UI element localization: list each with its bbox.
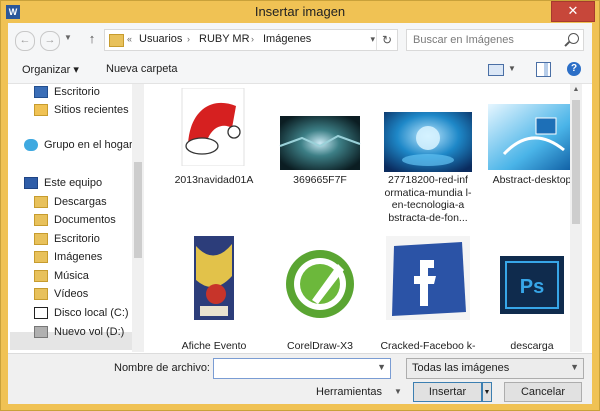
this-pc-icon <box>24 177 38 189</box>
sidebar-item-label: Escritorio <box>54 233 100 245</box>
scroll-up-arrow-icon[interactable]: ▲ <box>570 86 582 93</box>
address-dropdown-icon[interactable]: ▾ <box>370 34 375 45</box>
view-dropdown-icon[interactable]: ▼ <box>508 64 516 80</box>
sidebar-item-label: Nuevo vol (D:) <box>54 326 125 338</box>
file-thumbnail <box>194 236 234 320</box>
folder-icon <box>109 34 124 47</box>
folder-icon <box>34 233 48 245</box>
sidebar-item-label: Escritorio <box>54 86 100 98</box>
dialog-title: Insertar imagen <box>254 4 346 19</box>
folder-icon <box>34 288 48 300</box>
change-view-icon[interactable] <box>488 64 504 76</box>
file-thumbnail <box>279 116 361 170</box>
command-toolbar: Organizar ▾ Nueva carpeta ▼ ? <box>8 57 592 84</box>
search-icon[interactable] <box>568 33 579 44</box>
organize-menu[interactable]: Organizar ▾ <box>22 63 79 76</box>
tools-dropdown-icon[interactable]: ▼ <box>394 387 402 396</box>
forward-button[interactable]: → <box>40 31 60 51</box>
file-name: descarga <box>510 340 554 352</box>
breadcrumb-ruby-mr[interactable]: RUBY MR <box>199 33 250 45</box>
address-bar[interactable]: « Usuarios › RUBY MR › Imágenes ▾ ↻ <box>104 29 398 51</box>
sidebar-item-label: Imágenes <box>54 251 103 263</box>
homegroup-icon <box>24 139 38 151</box>
file-type-dropdown-icon[interactable]: ▼ <box>570 362 579 372</box>
file-list-scroll-thumb[interactable] <box>572 100 580 224</box>
file-thumbnail <box>286 250 354 318</box>
title-bar[interactable]: W Insertar imagen ✕ <box>1 1 599 23</box>
help-icon[interactable]: ? <box>567 62 581 76</box>
new-folder-button[interactable]: Nueva carpeta <box>106 63 178 75</box>
filename-input[interactable]: ▼ <box>213 358 391 379</box>
sidebar-scroll-thumb[interactable] <box>134 162 142 258</box>
insert-options-dropdown-icon[interactable]: ▼ <box>482 382 492 402</box>
sidebar-item-label: Este equipo <box>44 177 103 189</box>
dialog-footer: Nombre de archivo: ▼ Todas las imágenes … <box>8 353 592 404</box>
navigation-pane: Escritorio Sitios recientes Grupo en el … <box>8 84 145 352</box>
address-row: ← → ▼ ↑ « Usuarios › RUBY MR › Imágenes … <box>8 23 592 57</box>
folder-icon <box>34 196 48 208</box>
music-folder-icon <box>34 270 48 282</box>
recent-locations-chevron-icon[interactable]: ▼ <box>64 33 72 42</box>
breadcrumb-overflow[interactable]: « <box>127 34 132 44</box>
refresh-button[interactable]: ↻ <box>376 30 397 50</box>
folder-icon <box>34 251 48 263</box>
volume-icon <box>34 326 48 338</box>
filename-dropdown-icon[interactable]: ▼ <box>377 362 386 372</box>
close-button[interactable]: ✕ <box>551 1 595 22</box>
file-type-select[interactable]: Todas las imágenes ▼ <box>406 358 584 379</box>
dialog-window: W Insertar imagen ✕ ← → ▼ ↑ « Usuarios ›… <box>0 0 600 411</box>
file-thumbnail <box>384 112 472 172</box>
breadcrumb-usuarios[interactable]: Usuarios <box>139 33 182 45</box>
sidebar-item-label: Descargas <box>54 196 107 208</box>
sidebar-item-label: Música <box>54 270 89 282</box>
tools-menu[interactable]: Herramientas <box>316 386 382 398</box>
file-thumbnail <box>386 236 470 320</box>
breadcrumb-imagenes[interactable]: Imágenes <box>263 33 311 45</box>
search-placeholder: Buscar en Imágenes <box>413 34 514 46</box>
file-name: CorelDraw-X3 <box>287 340 353 352</box>
sidebar-scrollbar[interactable] <box>132 84 144 352</box>
back-button[interactable]: ← <box>15 31 35 51</box>
file-name: Cracked-Faceboo k-Logo <box>380 340 476 352</box>
file-list-scrollbar[interactable]: ▲ <box>570 84 582 352</box>
preview-pane-icon[interactable] <box>536 62 551 77</box>
sidebar-item-label: Sitios recientes <box>54 104 129 116</box>
local-disk-icon <box>34 307 48 319</box>
svg-text:Ps: Ps <box>520 276 544 298</box>
file-thumbnail <box>488 104 576 170</box>
folder-icon <box>34 214 48 226</box>
file-name: Afiche Evento Colombia <box>181 340 247 352</box>
up-button[interactable]: ↑ <box>84 31 100 49</box>
file-name: Abstract-desktop <box>492 174 572 186</box>
breadcrumb-separator[interactable]: › <box>251 34 254 44</box>
desktop-icon <box>34 86 48 98</box>
sidebar-item-label: Disco local (C:) <box>54 307 129 319</box>
dialog-client: ← → ▼ ↑ « Usuarios › RUBY MR › Imágenes … <box>8 23 592 404</box>
insert-button[interactable]: Insertar <box>413 382 482 402</box>
file-list: 2013navidad01A 369665F7F 27718200-red-in… <box>146 84 582 352</box>
cancel-button[interactable]: Cancelar <box>504 382 582 402</box>
file-name: 369665F7F <box>293 174 347 186</box>
file-type-value: Todas las imágenes <box>412 362 510 374</box>
sidebar-item-label: Grupo en el hogar <box>44 139 133 151</box>
sidebar-item-label: Documentos <box>54 214 116 226</box>
file-name: 27718200-red-inf ormatica-mundia l-en-te… <box>384 174 472 224</box>
search-input[interactable]: Buscar en Imágenes <box>406 29 584 51</box>
file-thumbnail <box>181 88 245 166</box>
recent-places-icon <box>34 104 48 116</box>
breadcrumb-separator[interactable]: › <box>187 34 190 44</box>
file-thumbnail: Ps <box>500 256 564 314</box>
sidebar-item-label: Vídeos <box>54 288 89 300</box>
file-name: 2013navidad01A <box>174 174 254 186</box>
filename-label: Nombre de archivo: <box>114 362 210 374</box>
